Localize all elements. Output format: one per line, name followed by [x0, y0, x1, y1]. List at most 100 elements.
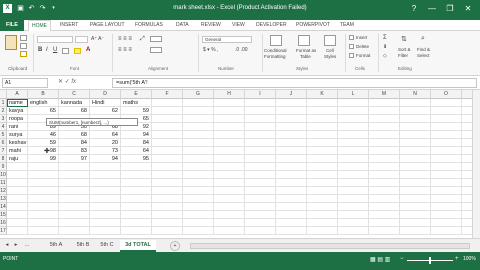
cell-n12[interactable] — [400, 187, 431, 195]
cell-c17[interactable] — [59, 227, 90, 235]
cell-j17[interactable] — [276, 227, 307, 235]
cell-a8[interactable]: raju — [7, 155, 28, 163]
cell-k17[interactable] — [307, 227, 338, 235]
cell-c8[interactable]: 97 — [59, 155, 90, 163]
cell-n4[interactable] — [400, 123, 431, 131]
cell-e15[interactable] — [121, 211, 152, 219]
row-header-5[interactable]: 5 — [0, 131, 7, 139]
cell-a16[interactable] — [7, 219, 28, 227]
row-header-14[interactable]: 14 — [0, 203, 7, 211]
cell-e5[interactable]: 94 — [121, 131, 152, 139]
cell-f3[interactable] — [152, 115, 183, 123]
tab-page-layout[interactable]: PAGE LAYOUT — [90, 22, 125, 28]
format-painter-icon[interactable] — [20, 51, 27, 57]
cell-m9[interactable] — [369, 163, 400, 171]
fx-icon[interactable]: fx — [71, 79, 76, 85]
cut-icon[interactable] — [20, 35, 27, 41]
format-label[interactable]: Format — [356, 53, 370, 58]
new-sheet-button[interactable]: + — [170, 241, 180, 251]
column-header-b[interactable]: B — [28, 90, 59, 99]
cell-e2[interactable]: 59 — [121, 107, 152, 115]
orientation-icon[interactable]: ⤢ — [140, 36, 145, 43]
paste-icon[interactable] — [5, 35, 17, 50]
cell-d9[interactable] — [90, 163, 121, 171]
cell-l5[interactable] — [338, 131, 369, 139]
cell-i16[interactable] — [245, 219, 276, 227]
zoom-out-icon[interactable]: − — [400, 256, 404, 262]
cell-f11[interactable] — [152, 179, 183, 187]
cell-i10[interactable] — [245, 171, 276, 179]
prev-sheet-icon[interactable]: ◂ — [3, 240, 11, 252]
tab-team[interactable]: TEAM — [340, 22, 354, 28]
cell-g7[interactable] — [183, 147, 214, 155]
row-header-2[interactable]: 2 — [0, 107, 7, 115]
cell-o13[interactable] — [431, 195, 462, 203]
cell-o4[interactable] — [431, 123, 462, 131]
cell-d17[interactable] — [90, 227, 121, 235]
cell-b9[interactable] — [28, 163, 59, 171]
italic-icon[interactable]: I — [46, 47, 48, 53]
cell-d11[interactable] — [90, 179, 121, 187]
cell-n14[interactable] — [400, 203, 431, 211]
cell-m1[interactable] — [369, 99, 400, 107]
cell-n5[interactable] — [400, 131, 431, 139]
cell-h14[interactable] — [214, 203, 245, 211]
restore-button[interactable]: ❐ — [442, 2, 458, 16]
cell-m2[interactable] — [369, 107, 400, 115]
cell-o16[interactable] — [431, 219, 462, 227]
cell-j14[interactable] — [276, 203, 307, 211]
cell-o17[interactable] — [431, 227, 462, 235]
cell-c14[interactable] — [59, 203, 90, 211]
row-header-17[interactable]: 17 — [0, 227, 7, 235]
cell-h5[interactable] — [214, 131, 245, 139]
name-box[interactable]: A1 — [2, 78, 48, 88]
cell-g1[interactable] — [183, 99, 214, 107]
cell-o5[interactable] — [431, 131, 462, 139]
help-button[interactable]: ? — [406, 2, 422, 16]
cell-h8[interactable] — [214, 155, 245, 163]
column-header-e[interactable]: E — [121, 90, 152, 99]
cell-c6[interactable]: 84 — [59, 139, 90, 147]
column-header-d[interactable]: D — [90, 90, 121, 99]
cell-a9[interactable] — [7, 163, 28, 171]
cell-m14[interactable] — [369, 203, 400, 211]
cell-f14[interactable] — [152, 203, 183, 211]
cell-b8[interactable]: 99 — [28, 155, 59, 163]
cell-a12[interactable] — [7, 187, 28, 195]
cell-a2[interactable]: kavya — [7, 107, 28, 115]
cell-f17[interactable] — [152, 227, 183, 235]
cell-g9[interactable] — [183, 163, 214, 171]
cell-a3[interactable]: roopa — [7, 115, 28, 123]
cell-m16[interactable] — [369, 219, 400, 227]
cell-o6[interactable] — [431, 139, 462, 147]
cell-g17[interactable] — [183, 227, 214, 235]
cell-f2[interactable] — [152, 107, 183, 115]
autosum-icon[interactable]: Σ — [383, 35, 387, 41]
cell-d8[interactable]: 94 — [90, 155, 121, 163]
cell-m15[interactable] — [369, 211, 400, 219]
cell-f1[interactable] — [152, 99, 183, 107]
cell-a15[interactable] — [7, 211, 28, 219]
cell-g8[interactable] — [183, 155, 214, 163]
cell-j15[interactable] — [276, 211, 307, 219]
cell-h17[interactable] — [214, 227, 245, 235]
cell-g11[interactable] — [183, 179, 214, 187]
cell-d10[interactable] — [90, 171, 121, 179]
save-icon[interactable]: ▣ — [16, 4, 25, 13]
row-header-8[interactable]: 8 — [0, 155, 7, 163]
cell-m8[interactable] — [369, 155, 400, 163]
cell-h12[interactable] — [214, 187, 245, 195]
cell-m5[interactable] — [369, 131, 400, 139]
cell-b16[interactable] — [28, 219, 59, 227]
cell-o12[interactable] — [431, 187, 462, 195]
filter-label[interactable]: Filter — [398, 53, 408, 58]
cell-j4[interactable] — [276, 123, 307, 131]
cell-j7[interactable] — [276, 147, 307, 155]
cell-k2[interactable] — [307, 107, 338, 115]
cell-j16[interactable] — [276, 219, 307, 227]
cell-i14[interactable] — [245, 203, 276, 211]
cell-m6[interactable] — [369, 139, 400, 147]
cell-k8[interactable] — [307, 155, 338, 163]
borders-icon[interactable] — [62, 48, 69, 54]
cell-k16[interactable] — [307, 219, 338, 227]
